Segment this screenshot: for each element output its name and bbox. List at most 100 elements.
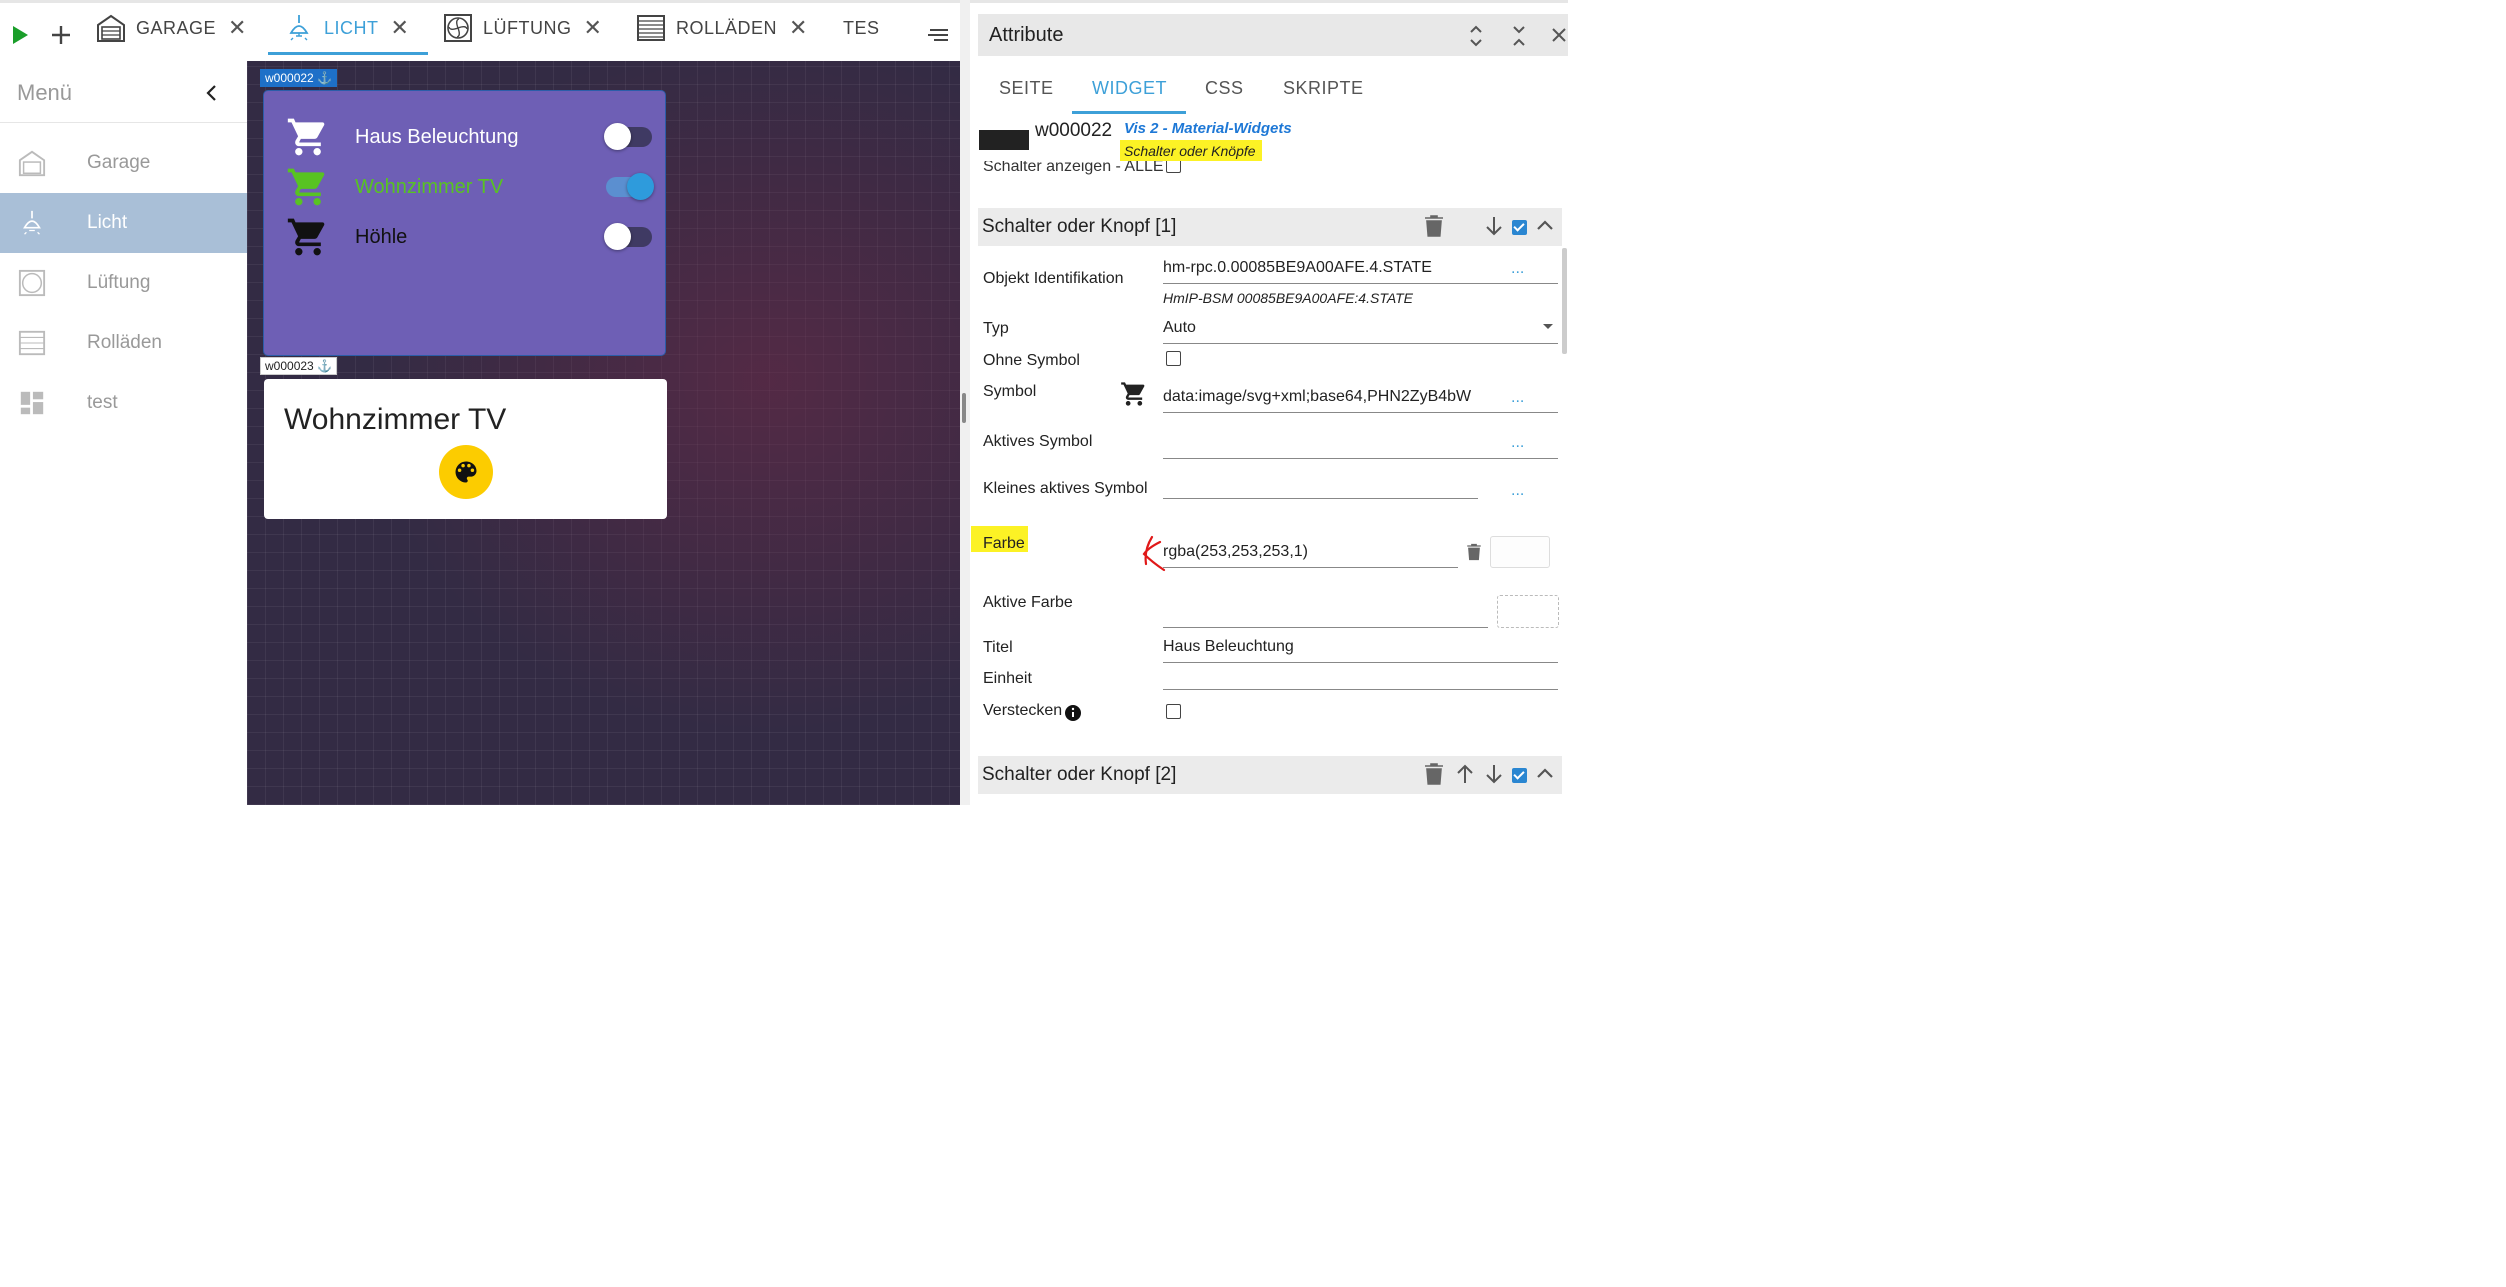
arrow-up-icon[interactable] bbox=[1455, 763, 1475, 785]
close-icon[interactable]: ✕ bbox=[584, 15, 603, 41]
delete-icon[interactable] bbox=[1424, 214, 1444, 238]
kleines-symbol-browse-button[interactable]: ... bbox=[1511, 482, 1524, 500]
color-swatch[interactable] bbox=[1490, 536, 1550, 568]
oid-description: HmIP-BSM 00085BE9A00AFE:4.STATE bbox=[1163, 290, 1414, 306]
dashboard-icon bbox=[20, 391, 44, 415]
oid-input[interactable]: hm-rpc.0.00085BE9A00AFE.4.STATE bbox=[1163, 257, 1558, 284]
switch-title: Höhle bbox=[355, 225, 408, 248]
sidebar-item-label: Garage bbox=[87, 152, 151, 173]
verstecken-checkbox[interactable] bbox=[1166, 704, 1181, 719]
aktives-symbol-input[interactable] bbox=[1163, 432, 1558, 459]
section-title: Schalter oder Knopf [1] bbox=[982, 216, 1177, 237]
sidebar-item-label: Lüftung bbox=[87, 272, 151, 293]
close-icon[interactable]: ✕ bbox=[391, 15, 410, 41]
typ-select[interactable]: Auto bbox=[1163, 317, 1558, 344]
widget-id-label[interactable]: w000022 ⚓ bbox=[260, 69, 338, 87]
sidebar-item-garage[interactable]: Garage bbox=[0, 133, 247, 193]
aktives-symbol-browse-button[interactable]: ... bbox=[1511, 434, 1524, 452]
oid-value: hm-rpc.0.00085BE9A00AFE.4.STATE bbox=[1163, 259, 1432, 276]
tab-css[interactable]: CSS bbox=[1205, 78, 1244, 99]
panel-scrollbar[interactable] bbox=[1562, 248, 1567, 354]
fan-icon bbox=[444, 14, 472, 42]
symbol-value: data:image/svg+xml;base64,PHN2ZyB4bW bbox=[1163, 388, 1472, 405]
symbol-input[interactable]: data:image/svg+xml;base64,PHN2ZyB4bW bbox=[1163, 386, 1558, 413]
chevron-up-icon[interactable] bbox=[1536, 766, 1554, 780]
toggle-switch[interactable] bbox=[604, 223, 652, 250]
tab-label: LICHT bbox=[324, 17, 379, 38]
splitter-handle[interactable] bbox=[962, 393, 966, 423]
arrow-down-icon[interactable] bbox=[1484, 215, 1504, 237]
tab-widget[interactable]: WIDGET bbox=[1092, 78, 1167, 99]
menu-lines-icon[interactable] bbox=[926, 26, 950, 44]
aktive-farbe-input[interactable] bbox=[1163, 601, 1488, 628]
delete-icon[interactable] bbox=[1466, 543, 1482, 561]
aktive-farbe-label: Aktive Farbe bbox=[983, 594, 1073, 611]
symbol-label: Symbol bbox=[983, 383, 1037, 400]
tab-lueftung[interactable]: LÜFTUNG ✕ bbox=[443, 0, 602, 56]
widget-id-label[interactable]: w000023 ⚓ bbox=[260, 357, 338, 375]
close-icon[interactable]: ✕ bbox=[789, 15, 808, 41]
ceiling-lamp-icon bbox=[23, 210, 41, 235]
sidebar-item-test[interactable]: test bbox=[0, 373, 247, 433]
tab-licht[interactable]: LICHT ✕ bbox=[284, 0, 409, 56]
chevron-left-icon[interactable] bbox=[204, 84, 218, 102]
tab-skripte[interactable]: SKRIPTE bbox=[1283, 78, 1364, 99]
tab-garage[interactable]: GARAGE ✕ bbox=[96, 0, 247, 56]
switches-widget[interactable]: Haus Beleuchtung Wohnzimmer TV Höhle bbox=[264, 91, 665, 355]
switch-title: Wohnzimmer TV bbox=[355, 175, 504, 198]
tab-test[interactable]: TES bbox=[843, 0, 880, 56]
section-title: Schalter oder Knopf [2] bbox=[982, 764, 1177, 785]
garage-icon bbox=[18, 150, 46, 177]
sidebar-item-rollaeden[interactable]: Rolläden bbox=[0, 313, 247, 373]
kleines-symbol-input[interactable] bbox=[1163, 472, 1478, 499]
toggle-switch[interactable] bbox=[606, 173, 654, 200]
delete-icon[interactable] bbox=[1424, 762, 1444, 786]
dropdown-arrow-icon[interactable] bbox=[1542, 323, 1554, 331]
arrow-down-icon[interactable] bbox=[1484, 763, 1504, 785]
titel-label: Titel bbox=[983, 639, 1013, 656]
enabled-checkbox[interactable] bbox=[1512, 768, 1527, 783]
garage-icon bbox=[97, 14, 125, 42]
symbol-browse-button[interactable]: ... bbox=[1511, 389, 1524, 407]
tab-label: LÜFTUNG bbox=[483, 17, 572, 38]
sidebar-item-lueftung[interactable]: Lüftung bbox=[0, 253, 247, 313]
einheit-input[interactable] bbox=[1163, 663, 1558, 690]
collapse-icon[interactable] bbox=[1511, 23, 1527, 49]
play-icon[interactable] bbox=[10, 24, 30, 46]
titel-input[interactable]: Haus Beleuchtung bbox=[1163, 636, 1558, 663]
button-widget[interactable]: Wohnzimmer TV bbox=[264, 379, 667, 519]
section-header[interactable]: Schalter oder Knopf [1] bbox=[978, 208, 1562, 246]
oid-browse-button[interactable]: ... bbox=[1511, 260, 1524, 278]
tab-rollaeden[interactable]: ROLLÄDEN ✕ bbox=[636, 0, 808, 56]
anchor-icon: ⚓ bbox=[317, 359, 333, 373]
ohne-symbol-checkbox[interactable] bbox=[1166, 351, 1181, 366]
sidebar-title: Menü bbox=[17, 80, 73, 105]
oid-label: Objekt Identifikation bbox=[983, 270, 1124, 287]
cart-icon bbox=[287, 168, 325, 206]
farbe-input[interactable]: rgba(253,253,253,1) bbox=[1163, 541, 1458, 568]
tab-seite[interactable]: SEITE bbox=[999, 78, 1054, 99]
sidebar-item-licht[interactable]: Licht bbox=[0, 193, 247, 253]
close-icon[interactable] bbox=[1550, 26, 1568, 44]
add-view-icon[interactable] bbox=[50, 24, 72, 46]
tab-label: ROLLÄDEN bbox=[676, 17, 778, 38]
shutter-icon bbox=[18, 330, 46, 356]
color-swatch-empty[interactable] bbox=[1497, 595, 1559, 628]
fan-icon bbox=[18, 269, 46, 297]
color-button[interactable] bbox=[439, 445, 493, 499]
switch-row[interactable]: Höhle bbox=[286, 215, 656, 259]
chevron-up-icon[interactable] bbox=[1536, 218, 1554, 232]
close-icon[interactable]: ✕ bbox=[228, 15, 247, 41]
switch-title: Haus Beleuchtung bbox=[355, 125, 519, 148]
expand-icon[interactable] bbox=[1468, 23, 1484, 49]
switch-row[interactable]: Haus Beleuchtung bbox=[286, 115, 656, 159]
enabled-checkbox[interactable] bbox=[1512, 220, 1527, 235]
sidebar-item-label: Rolläden bbox=[87, 332, 162, 353]
info-icon[interactable] bbox=[1064, 704, 1082, 722]
kleines-symbol-label: Kleines aktives Symbol bbox=[983, 480, 1148, 497]
cart-icon bbox=[287, 218, 325, 256]
farbe-value: rgba(253,253,253,1) bbox=[1163, 543, 1308, 560]
toggle-switch[interactable] bbox=[604, 123, 652, 150]
shutter-icon bbox=[637, 15, 665, 41]
switch-row[interactable]: Wohnzimmer TV bbox=[286, 165, 656, 209]
